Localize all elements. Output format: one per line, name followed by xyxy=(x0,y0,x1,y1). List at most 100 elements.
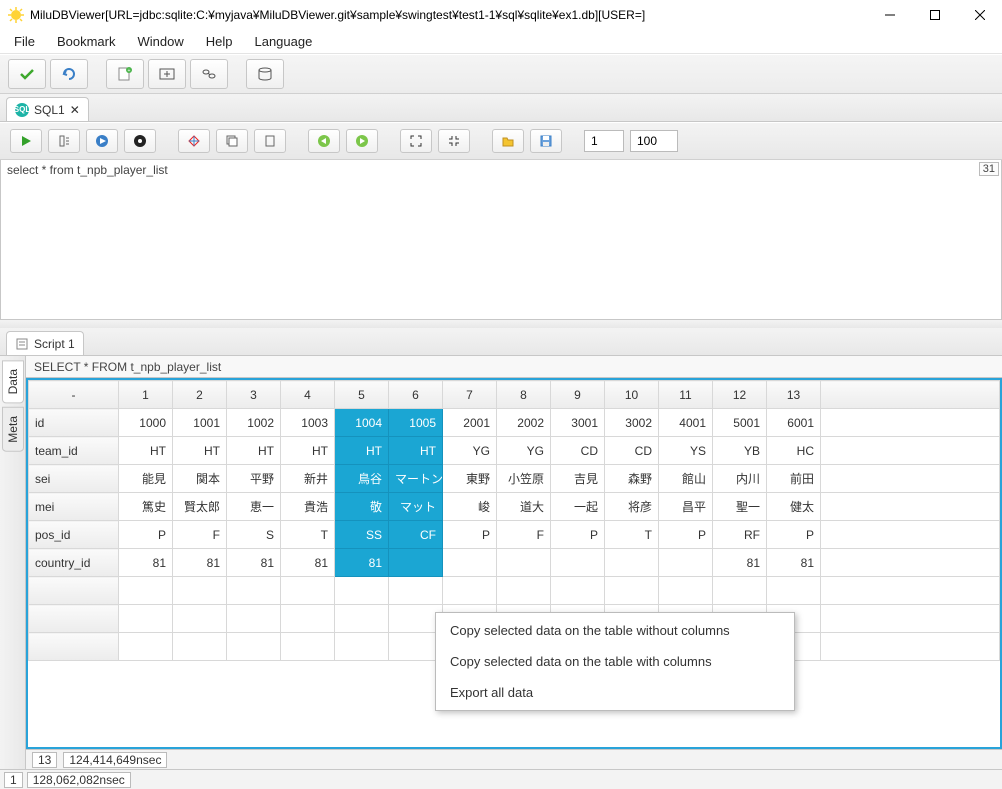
grid-col-header[interactable]: 12 xyxy=(713,381,767,409)
grid-cell[interactable]: 賢太郎 xyxy=(173,493,227,521)
expand-button[interactable] xyxy=(400,129,432,153)
menu-file[interactable]: File xyxy=(14,34,35,49)
grid-col-header[interactable]: 2 xyxy=(173,381,227,409)
grid-cell[interactable]: 1003 xyxy=(281,409,335,437)
grid-cell[interactable]: 関本 xyxy=(173,465,227,493)
grid-row-header[interactable]: team_id xyxy=(29,437,119,465)
menu-help[interactable]: Help xyxy=(206,34,233,49)
grid-row-header[interactable]: country_id xyxy=(29,549,119,577)
grid-cell[interactable]: T xyxy=(281,521,335,549)
grid-cell[interactable] xyxy=(551,549,605,577)
new-tab-button[interactable] xyxy=(148,59,186,89)
open-button[interactable] xyxy=(492,129,524,153)
menu-language[interactable]: Language xyxy=(254,34,312,49)
grid-cell[interactable]: T xyxy=(605,521,659,549)
grid-cell[interactable] xyxy=(443,549,497,577)
grid-cell[interactable]: 内川 xyxy=(713,465,767,493)
rollback-button[interactable] xyxy=(50,59,88,89)
close-tab-icon[interactable]: ✕ xyxy=(70,103,80,117)
close-button[interactable] xyxy=(957,0,1002,30)
grid-cell[interactable]: RF xyxy=(713,521,767,549)
grid-cell[interactable]: 新井 xyxy=(281,465,335,493)
grid-cell[interactable]: P xyxy=(551,521,605,549)
grid-row-header[interactable]: mei xyxy=(29,493,119,521)
grid-cell[interactable]: 聖一 xyxy=(713,493,767,521)
run-button[interactable] xyxy=(10,129,42,153)
new-file-button[interactable]: + xyxy=(106,59,144,89)
grid-cell[interactable]: 前田 xyxy=(767,465,821,493)
grid-col-header[interactable]: 8 xyxy=(497,381,551,409)
grid-cell[interactable]: S xyxy=(227,521,281,549)
grid-cell[interactable]: CD xyxy=(605,437,659,465)
align-button[interactable] xyxy=(178,129,210,153)
grid-cell[interactable]: HT xyxy=(173,437,227,465)
grid-cell[interactable]: 81 xyxy=(227,549,281,577)
grid-cell[interactable]: 3001 xyxy=(551,409,605,437)
side-tab-data[interactable]: Data xyxy=(2,360,24,403)
prev-button[interactable] xyxy=(308,129,340,153)
grid-col-header[interactable]: 11 xyxy=(659,381,713,409)
grid-cell[interactable]: 81 xyxy=(767,549,821,577)
grid-cell[interactable]: 森野 xyxy=(605,465,659,493)
grid-cell[interactable]: P xyxy=(767,521,821,549)
grid-col-header[interactable]: 9 xyxy=(551,381,605,409)
grid-cell[interactable]: 81 xyxy=(119,549,173,577)
grid-cell[interactable]: 平野 xyxy=(227,465,281,493)
grid-cell[interactable] xyxy=(659,549,713,577)
grid-cell[interactable]: 篤史 xyxy=(119,493,173,521)
grid-cell[interactable]: CF xyxy=(389,521,443,549)
grid-cell[interactable]: CD xyxy=(551,437,605,465)
grid-row-header[interactable]: id xyxy=(29,409,119,437)
grid-cell[interactable]: 81 xyxy=(335,549,389,577)
menu-bookmark[interactable]: Bookmark xyxy=(57,34,116,49)
grid-cell[interactable]: HT xyxy=(227,437,281,465)
grid-cell[interactable]: 1005 xyxy=(389,409,443,437)
grid-col-header[interactable]: 5 xyxy=(335,381,389,409)
grid-cell[interactable]: 健太 xyxy=(767,493,821,521)
sql-editor[interactable]: select * from t_npb_player_list 31 xyxy=(0,160,1002,320)
grid-cell[interactable]: 東野 xyxy=(443,465,497,493)
paste-sql-button[interactable] xyxy=(254,129,286,153)
commit-button[interactable] xyxy=(8,59,46,89)
grid-cell[interactable]: 1002 xyxy=(227,409,281,437)
grid-cell[interactable]: HT xyxy=(389,437,443,465)
grid-cell[interactable]: P xyxy=(119,521,173,549)
grid-col-header[interactable]: 6 xyxy=(389,381,443,409)
schema-button[interactable] xyxy=(246,59,284,89)
connect-button[interactable] xyxy=(190,59,228,89)
grid-col-header[interactable]: 13 xyxy=(767,381,821,409)
script-tab[interactable]: Script 1 xyxy=(6,331,84,355)
grid-cell[interactable]: P xyxy=(659,521,713,549)
grid-cell[interactable]: SS xyxy=(335,521,389,549)
sql-tab[interactable]: SQL SQL1 ✕ xyxy=(6,97,89,121)
grid-cell[interactable] xyxy=(389,549,443,577)
grid-row-header[interactable]: pos_id xyxy=(29,521,119,549)
grid-cell[interactable]: 2002 xyxy=(497,409,551,437)
grid-cell[interactable]: 館山 xyxy=(659,465,713,493)
grid-cell[interactable]: 1004 xyxy=(335,409,389,437)
side-tab-meta[interactable]: Meta xyxy=(2,407,24,452)
grid-cell[interactable]: F xyxy=(497,521,551,549)
grid-cell[interactable]: HT xyxy=(281,437,335,465)
grid-col-header[interactable]: 4 xyxy=(281,381,335,409)
grid-cell[interactable]: 鳥谷 xyxy=(335,465,389,493)
grid-cell[interactable]: 81 xyxy=(713,549,767,577)
page-size-input[interactable] xyxy=(630,130,678,152)
grid-cell[interactable]: 能見 xyxy=(119,465,173,493)
grid-cell[interactable]: マット xyxy=(389,493,443,521)
splitter[interactable] xyxy=(0,320,1002,328)
next-button[interactable] xyxy=(346,129,378,153)
grid-row-header[interactable]: sei xyxy=(29,465,119,493)
stop-button[interactable] xyxy=(124,129,156,153)
save-button[interactable] xyxy=(530,129,562,153)
grid-cell[interactable]: 1000 xyxy=(119,409,173,437)
minimize-button[interactable] xyxy=(867,0,912,30)
grid-cell[interactable]: 吉見 xyxy=(551,465,605,493)
maximize-button[interactable] xyxy=(912,0,957,30)
grid-cell[interactable]: YG xyxy=(443,437,497,465)
collapse-button[interactable] xyxy=(438,129,470,153)
grid-cell[interactable]: F xyxy=(173,521,227,549)
run-script-button[interactable] xyxy=(86,129,118,153)
grid-cell[interactable]: 81 xyxy=(173,549,227,577)
ctx-copy-with-columns[interactable]: Copy selected data on the table with col… xyxy=(436,646,794,677)
